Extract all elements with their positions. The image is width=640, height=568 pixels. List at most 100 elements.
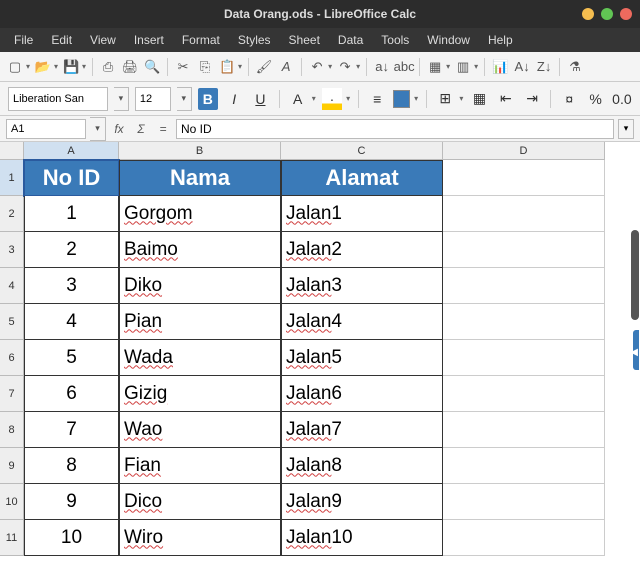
formula-input[interactable] <box>176 119 614 139</box>
cell-id[interactable]: 6 <box>24 376 119 412</box>
bold-button[interactable]: B <box>198 88 218 110</box>
borders-button[interactable]: ▦ <box>469 88 489 110</box>
cell-alamat[interactable]: Jalan 8 <box>281 448 443 484</box>
cell-empty[interactable] <box>443 196 605 232</box>
row-header-7[interactable]: 7 <box>0 376 24 412</box>
cell-empty[interactable] <box>443 520 605 556</box>
col-header-b[interactable]: B <box>119 142 281 160</box>
maximize-button[interactable] <box>601 8 613 20</box>
formula-icon[interactable]: = <box>154 120 172 138</box>
copy-icon[interactable]: ⎘ <box>196 58 214 76</box>
menu-insert[interactable]: Insert <box>126 30 172 50</box>
column-icon[interactable]: ▥ <box>454 58 472 76</box>
italic-button[interactable]: I <box>224 88 244 110</box>
row-header-4[interactable]: 4 <box>0 268 24 304</box>
cell-a1[interactable]: No ID <box>24 160 119 196</box>
background-color-button[interactable] <box>393 90 410 108</box>
menu-view[interactable]: View <box>82 30 124 50</box>
menu-window[interactable]: Window <box>419 30 478 50</box>
save-icon[interactable]: 💾 <box>62 58 80 76</box>
cell-nama[interactable]: Gizig <box>119 376 281 412</box>
font-size-dropdown[interactable]: ▾ <box>177 87 192 111</box>
filter-icon[interactable]: ⚗ <box>566 58 584 76</box>
cell-nama[interactable]: Wao <box>119 412 281 448</box>
cell-c1[interactable]: Alamat <box>281 160 443 196</box>
table-icon[interactable]: ▦ <box>426 58 444 76</box>
print-icon[interactable]: 🖨 <box>121 58 139 76</box>
sort-desc-icon[interactable]: Z↓ <box>535 58 553 76</box>
undo-icon[interactable]: ↶ <box>308 58 326 76</box>
cell-empty[interactable] <box>443 340 605 376</box>
cell-alamat[interactable]: Jalan 4 <box>281 304 443 340</box>
row-header-11[interactable]: 11 <box>0 520 24 556</box>
cell-empty[interactable] <box>443 232 605 268</box>
cell-empty[interactable] <box>443 304 605 340</box>
row-header-5[interactable]: 5 <box>0 304 24 340</box>
cell-nama[interactable]: Dico <box>119 484 281 520</box>
cell-alamat[interactable]: Jalan 6 <box>281 376 443 412</box>
name-box[interactable] <box>6 119 86 139</box>
clone-formatting-icon[interactable]: 🖌 <box>255 58 273 76</box>
row-header-3[interactable]: 3 <box>0 232 24 268</box>
font-name-dropdown[interactable]: ▾ <box>114 87 129 111</box>
clear-formatting-icon[interactable]: A <box>277 58 295 76</box>
chart-icon[interactable]: 📊 <box>491 58 509 76</box>
close-button[interactable] <box>620 8 632 20</box>
cell-nama[interactable]: Pian <box>119 304 281 340</box>
cell-id[interactable]: 9 <box>24 484 119 520</box>
cell-id[interactable]: 7 <box>24 412 119 448</box>
menu-edit[interactable]: Edit <box>43 30 80 50</box>
indent-decrease-button[interactable]: ⇤ <box>496 88 516 110</box>
cell-d1[interactable] <box>443 160 605 196</box>
row-header-10[interactable]: 10 <box>0 484 24 520</box>
cell-nama[interactable]: Diko <box>119 268 281 304</box>
cell-empty[interactable] <box>443 268 605 304</box>
open-icon[interactable]: 📂 <box>34 58 52 76</box>
print-preview-icon[interactable]: 🔍 <box>143 58 161 76</box>
menu-help[interactable]: Help <box>480 30 521 50</box>
percent-button[interactable]: % <box>585 88 605 110</box>
menu-styles[interactable]: Styles <box>230 30 279 50</box>
col-header-d[interactable]: D <box>443 142 605 160</box>
cell-grid[interactable]: No ID Nama Alamat 1GorgomJalan 12BaimoJa… <box>24 160 605 556</box>
row-header-8[interactable]: 8 <box>0 412 24 448</box>
cell-id[interactable]: 1 <box>24 196 119 232</box>
select-all-corner[interactable] <box>0 142 24 160</box>
redo-icon[interactable]: ↷ <box>336 58 354 76</box>
col-header-c[interactable]: C <box>281 142 443 160</box>
export-pdf-icon[interactable]: ⎙ <box>99 58 117 76</box>
row-header-1[interactable]: 1 <box>0 160 24 196</box>
row-header-9[interactable]: 9 <box>0 448 24 484</box>
menu-file[interactable]: File <box>6 30 41 50</box>
cell-alamat[interactable]: Jalan 5 <box>281 340 443 376</box>
paste-icon[interactable]: 📋 <box>218 58 236 76</box>
cell-alamat[interactable]: Jalan 9 <box>281 484 443 520</box>
font-size-combo[interactable] <box>135 87 171 111</box>
cell-nama[interactable]: Gorgom <box>119 196 281 232</box>
cell-nama[interactable]: Wada <box>119 340 281 376</box>
decimal-button[interactable]: 0.0 <box>612 88 632 110</box>
cut-icon[interactable]: ✂ <box>174 58 192 76</box>
menu-data[interactable]: Data <box>330 30 371 50</box>
underline-button[interactable]: U <box>250 88 270 110</box>
merge-cells-button[interactable]: ⊞ <box>435 88 455 110</box>
cell-nama[interactable]: Fian <box>119 448 281 484</box>
cell-empty[interactable] <box>443 484 605 520</box>
cell-alamat[interactable]: Jalan 3 <box>281 268 443 304</box>
cell-empty[interactable] <box>443 412 605 448</box>
font-name-combo[interactable] <box>8 87 108 111</box>
cell-b1[interactable]: Nama <box>119 160 281 196</box>
spellcheck-icon[interactable]: abc <box>395 58 413 76</box>
cell-id[interactable]: 2 <box>24 232 119 268</box>
cell-id[interactable]: 10 <box>24 520 119 556</box>
vertical-scrollbar-thumb[interactable] <box>631 230 639 320</box>
currency-button[interactable]: ¤ <box>559 88 579 110</box>
cell-id[interactable]: 3 <box>24 268 119 304</box>
function-wizard-icon[interactable]: fx <box>110 120 128 138</box>
col-header-a[interactable]: A <box>24 142 119 160</box>
formula-dropdown[interactable]: ▾ <box>618 119 634 139</box>
cell-id[interactable]: 8 <box>24 448 119 484</box>
row-header-6[interactable]: 6 <box>0 340 24 376</box>
sum-icon[interactable]: Σ <box>132 120 150 138</box>
cell-empty[interactable] <box>443 376 605 412</box>
